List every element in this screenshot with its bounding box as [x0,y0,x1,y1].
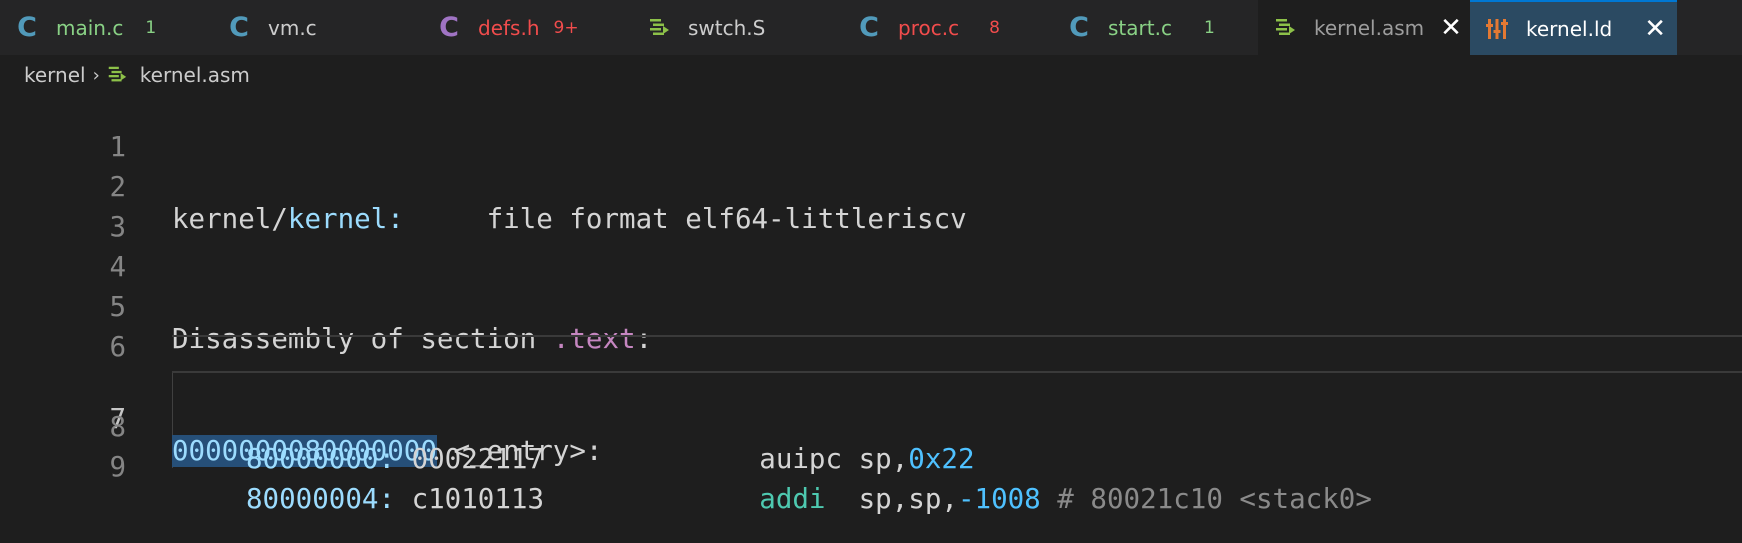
tab-label: swtch.S [688,15,766,40]
tab-defs-h[interactable]: C defs.h 9+ [422,0,622,55]
code-line: 3 [0,175,1742,243]
current-line-highlight [172,335,1742,373]
tab-proc-c[interactable]: C proc.c 8 [842,0,1042,55]
tab-label: main.c [56,15,124,40]
code-line: 8 80000000: 00022117 auipc sp,0x22 [0,375,1742,475]
tab-label: proc.c [898,15,960,40]
tab-main-c[interactable]: C main.c 1 [0,0,200,55]
breadcrumb-file[interactable]: kernel.asm [140,63,250,87]
breadcrumb: kernel › kernel.asm [0,55,1742,95]
linker-file-icon [1482,14,1512,44]
c-file-icon: C [17,12,37,43]
tab-label: defs.h [478,15,540,40]
code-text: 80000004: c1010113 addi sp,sp,-1008 # 80… [246,483,1372,515]
tab-vm-c[interactable]: C vm.c [212,0,412,55]
code-line: 9 80000004: c1010113 addi sp,sp,-1008 # … [0,415,1742,515]
tab-label: vm.c [268,15,317,40]
code-editor[interactable]: 1 2 kernel/kernel: file format elf64-lit… [0,95,1742,515]
line-number: 9 [109,451,126,483]
c-file-icon: C [229,12,249,43]
tab-start-c[interactable]: C start.c 1 [1052,0,1252,55]
code-line-current: 7 0000000080000000 <_entry>: [0,335,1742,467]
asm-file-icon [106,64,128,86]
c-file-icon: C [859,12,879,43]
close-icon[interactable]: ✕ [1440,13,1462,43]
close-icon[interactable]: ✕ [1644,14,1666,44]
code-line: 1 [0,95,1742,163]
tab-label: kernel.ld [1526,16,1613,41]
code-line: 5 Disassembly of section .text: [0,255,1742,355]
c-file-icon: C [1069,12,1089,43]
code-line: 2 kernel/kernel: file format elf64-littl… [0,135,1742,235]
asm-file-icon [1270,13,1300,43]
tab-swtch-s[interactable]: swtch.S [632,0,832,55]
c-header-icon: C [439,12,459,43]
problem-count-badge: 1 [1203,17,1215,38]
chevron-right-icon: › [92,64,100,86]
tab-label: kernel.asm [1314,15,1425,40]
asm-file-icon [644,13,674,43]
tab-label: start.c [1108,15,1172,40]
tab-kernel-asm[interactable]: kernel.asm ✕ [1258,0,1470,55]
problem-count-badge: 8 [989,17,1000,38]
editor-tab-bar: C main.c 1 C vm.c C defs.h 9+ swtch.S C … [0,0,1742,55]
tab-kernel-ld[interactable]: kernel.ld ✕ [1470,0,1677,55]
breadcrumb-folder[interactable]: kernel [24,63,86,87]
code-line: 4 [0,215,1742,283]
code-line: 6 [0,295,1742,363]
problem-count-badge: 9+ [553,17,579,38]
problem-count-badge: 1 [145,17,157,38]
